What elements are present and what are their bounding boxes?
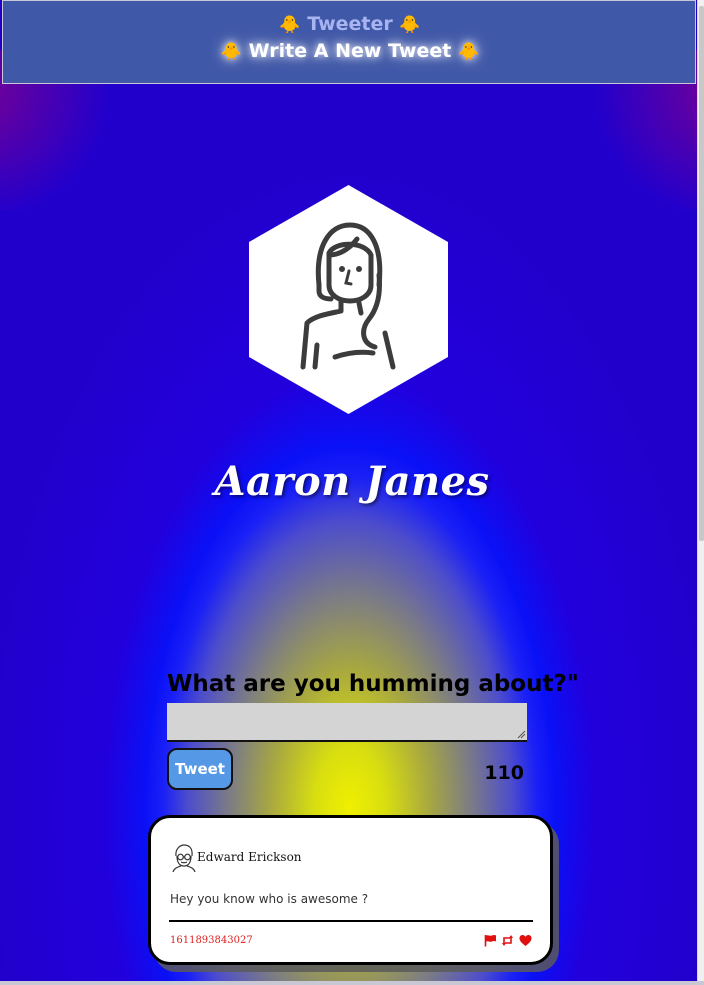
- man-with-glasses-avatar-icon: [172, 844, 196, 872]
- resize-grip-icon[interactable]: [516, 729, 526, 739]
- tweet-button[interactable]: Tweet: [167, 748, 233, 790]
- scrollbar-thumb[interactable]: [699, 6, 704, 541]
- tweet-text-input[interactable]: [167, 703, 527, 742]
- nav-logo[interactable]: 🐥 Tweeter 🐥: [3, 13, 697, 35]
- tweet-timestamp: 1611893843027: [170, 935, 253, 946]
- tweet-card: Edward Erickson Hey you know who is awes…: [148, 815, 553, 965]
- chick-icon: 🐥: [279, 15, 301, 35]
- profile-name: Aaron Janes: [214, 458, 490, 505]
- bottom-edge: [0, 981, 704, 985]
- character-counter: 110: [484, 762, 524, 784]
- tweet-divider: [169, 920, 533, 922]
- profile-avatar: [249, 185, 448, 414]
- chick-icon: 🐥: [220, 42, 243, 62]
- nav-bar: 🐥 Tweeter 🐥 🐥 Write A New Tweet 🐥: [2, 0, 696, 84]
- tweet-text: Hey you know who is awesome ?: [170, 892, 369, 906]
- page-scrollbar[interactable]: [697, 0, 704, 985]
- tweet-author-name: Edward Erickson: [197, 850, 302, 864]
- page-viewport: 🐥 Tweeter 🐥 🐥 Write A New Tweet 🐥 Aaron …: [0, 0, 704, 985]
- chick-icon: 🐥: [457, 42, 480, 62]
- nav-logo-label: Tweeter: [307, 13, 393, 35]
- write-new-tweet-label: Write A New Tweet: [248, 40, 452, 62]
- heart-icon[interactable]: [519, 934, 532, 947]
- flag-icon[interactable]: [484, 934, 497, 947]
- chick-icon: 🐥: [399, 15, 421, 35]
- retweet-icon[interactable]: [501, 934, 514, 947]
- tweet-actions: [484, 934, 534, 948]
- write-new-tweet-link[interactable]: 🐥 Write A New Tweet 🐥: [3, 40, 697, 62]
- compose-label: What are you humming about?": [167, 671, 579, 697]
